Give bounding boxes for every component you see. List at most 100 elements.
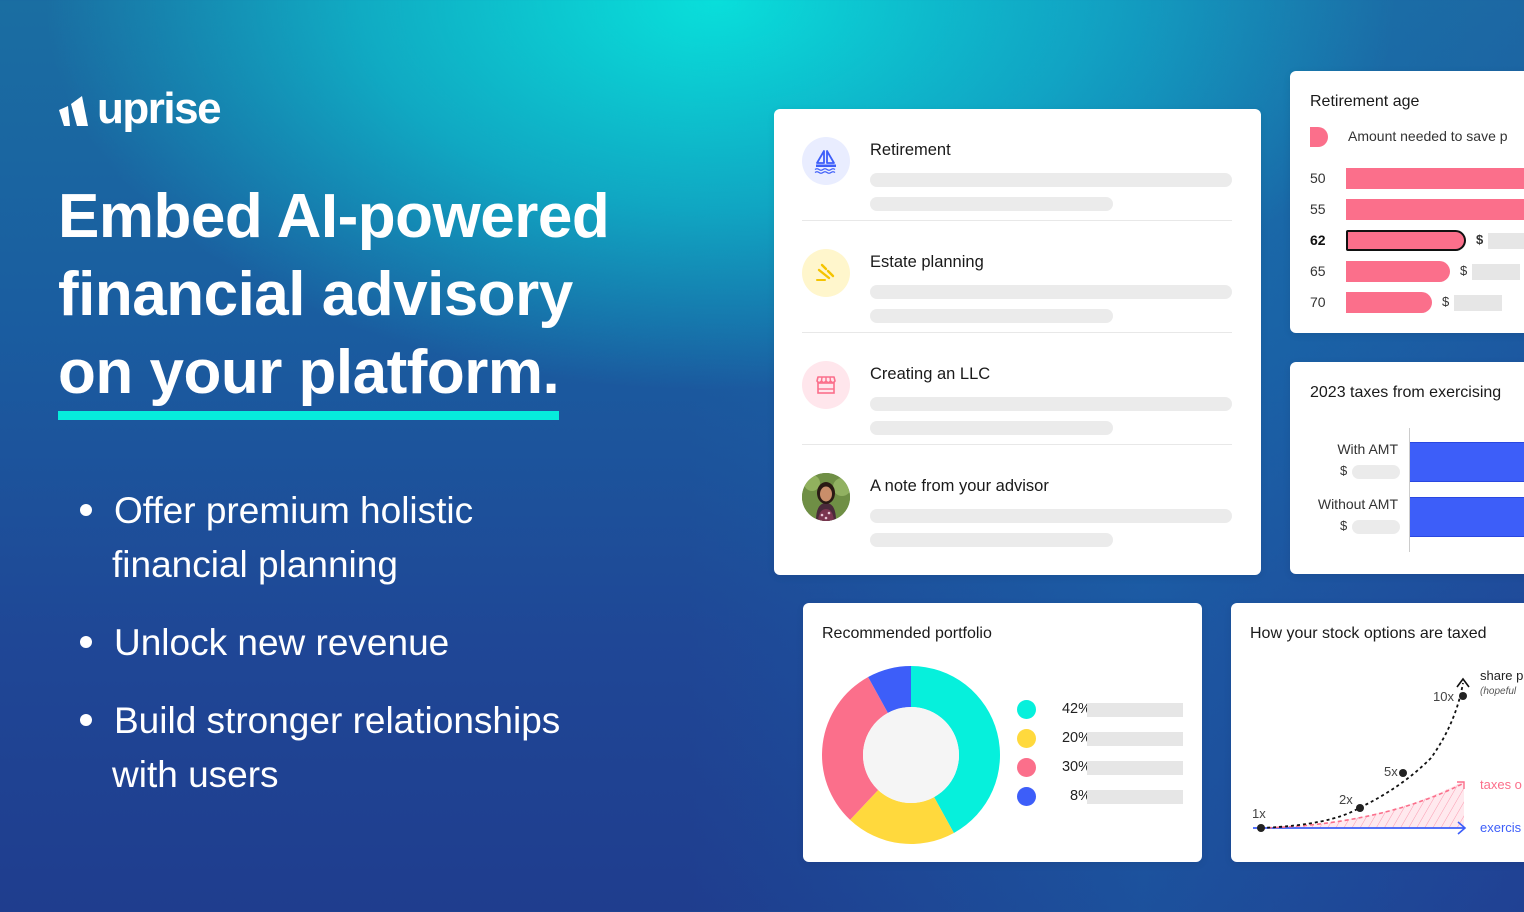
point-2x [1356, 804, 1364, 812]
uprise-logo[interactable]: uprise [58, 84, 222, 134]
card-title: 2023 taxes from exercising [1310, 384, 1502, 401]
sailboat-icon [802, 137, 850, 185]
retirement-row-50[interactable]: 50 [1290, 168, 1524, 190]
legend-placeholder-bar [1087, 732, 1183, 746]
legend-percent: 20% [1061, 730, 1091, 746]
topic-label: Creating an LLC [870, 365, 991, 383]
feature-bullet: Offer premium holistic financial plannin… [78, 484, 560, 592]
retirement-age-label: 70 [1310, 294, 1326, 310]
amount-placeholder [1352, 465, 1400, 479]
storefront-icon [802, 361, 850, 409]
topic-label: Retirement [870, 141, 951, 159]
retirement-bar [1346, 261, 1450, 282]
point-1x [1257, 824, 1265, 832]
retirement-row-55[interactable]: 55 [1290, 199, 1524, 221]
headline-line-1: Embed AI-powered [58, 182, 610, 251]
topic-item-creating-llc[interactable]: Creating an LLC [802, 333, 1232, 445]
label-2x: 2x [1339, 792, 1353, 807]
legend-label: Amount needed to save p [1348, 128, 1508, 144]
skeleton-line [870, 285, 1232, 299]
hero-headline: Embed AI-powered financial advisory on y… [58, 178, 610, 420]
stock-options-chart: 1x 2x 5x 10x share p (hopeful taxes o ex… [1252, 668, 1523, 835]
skeleton-line [870, 533, 1113, 547]
bullet-text-line: Build stronger relationships [114, 700, 561, 741]
retirement-bar [1346, 168, 1524, 189]
advisor-avatar [802, 473, 850, 521]
bullet-text-line: Unlock new revenue [114, 622, 450, 663]
topic-label: A note from your advisor [870, 477, 1049, 495]
legend-color-dot-icon [1017, 729, 1036, 748]
retirement-bar [1346, 230, 1466, 251]
legend-item: 20% [1017, 729, 1197, 749]
legend-color-dot-icon [1017, 700, 1036, 719]
skeleton-line [870, 173, 1232, 187]
bullet-dot-icon [80, 714, 92, 726]
stock-options-card: How your stock options are taxed 1x 2x 5… [1231, 603, 1524, 862]
with-amt-dollar: $ [1340, 463, 1348, 478]
bullet-dot-icon [80, 636, 92, 648]
retirement-row-62[interactable]: 62 $ [1290, 230, 1524, 252]
bullet-text-line: financial planning [112, 544, 398, 585]
topic-item-advisor-note[interactable]: A note from your advisor [802, 445, 1232, 557]
topic-label: Estate planning [870, 253, 984, 271]
topics-card: Retirement Estate planning Creating an L… [774, 109, 1261, 575]
exercise-taxes-card: 2023 taxes from exercising With AMT $ Wi… [1290, 362, 1524, 574]
logo-wordmark: uprise [97, 84, 222, 133]
point-10x [1459, 692, 1467, 700]
label-10x: 10x [1433, 689, 1454, 704]
label-1x: 1x [1252, 806, 1266, 821]
legend-percent: 8% [1070, 788, 1091, 804]
legend-placeholder-bar [1087, 790, 1183, 804]
retirement-amount-dollar: $ [1476, 232, 1484, 247]
retirement-bar [1346, 199, 1524, 220]
donut-center [863, 707, 959, 803]
recommended-portfolio-card: Recommended portfolio 42% 20% 30% 8% [803, 603, 1202, 862]
legend-color-dot-icon [1017, 758, 1036, 777]
feature-bullet-list: Offer premium holistic financial plannin… [78, 484, 560, 826]
headline-line-2: financial advisory [58, 260, 573, 329]
point-5x [1399, 769, 1407, 777]
retirement-age-label: 55 [1310, 201, 1326, 217]
exercise-label: exercis [1480, 820, 1522, 835]
retirement-age-card: Retirement age Amount needed to save p 5… [1290, 71, 1524, 333]
share-price-note: (hopeful [1480, 686, 1517, 697]
gavel-icon [802, 249, 850, 297]
legend-item: 30% [1017, 758, 1197, 778]
retirement-amount-dollar: $ [1460, 263, 1468, 278]
legend-swatch-icon [1310, 127, 1328, 147]
legend-item: 42% [1017, 700, 1197, 720]
retirement-amount-dollar: $ [1442, 294, 1450, 309]
label-5x: 5x [1384, 764, 1398, 779]
skeleton-line [870, 397, 1232, 411]
headline-underline [58, 411, 560, 420]
topic-item-estate-planning[interactable]: Estate planning [802, 221, 1232, 333]
legend-item: 8% [1017, 787, 1197, 807]
amount-placeholder [1352, 520, 1400, 534]
amount-placeholder [1454, 295, 1502, 311]
bullet-text-line: with users [112, 754, 279, 795]
bullet-text-line: Offer premium holistic [114, 490, 474, 531]
taxes-area [1261, 781, 1464, 828]
skeleton-line [870, 197, 1113, 211]
legend-placeholder-bar [1087, 703, 1183, 717]
retirement-bar [1346, 292, 1432, 313]
skeleton-line [870, 309, 1113, 323]
without-amt-dollar: $ [1340, 518, 1348, 533]
legend-percent: 30% [1061, 759, 1091, 775]
amount-placeholder [1472, 264, 1520, 280]
portfolio-donut-chart [822, 666, 1000, 844]
card-title: Recommended portfolio [822, 625, 992, 642]
feature-bullet: Build stronger relationships with users [78, 694, 560, 802]
retirement-row-70[interactable]: 70 $ [1290, 292, 1524, 314]
bullet-dot-icon [80, 504, 92, 516]
without-amt-label: Without AMT [1317, 496, 1398, 512]
skeleton-line [870, 509, 1232, 523]
retirement-row-65[interactable]: 65 $ [1290, 261, 1524, 283]
without-amt-bar [1410, 497, 1524, 537]
legend-percent: 42% [1061, 701, 1091, 717]
share-price-label: share p [1480, 668, 1523, 683]
topic-item-retirement[interactable]: Retirement [802, 109, 1232, 221]
taxes-label: taxes o [1480, 777, 1522, 792]
uprise-logo-mark-icon [59, 96, 88, 126]
retirement-age-label: 65 [1310, 263, 1326, 279]
